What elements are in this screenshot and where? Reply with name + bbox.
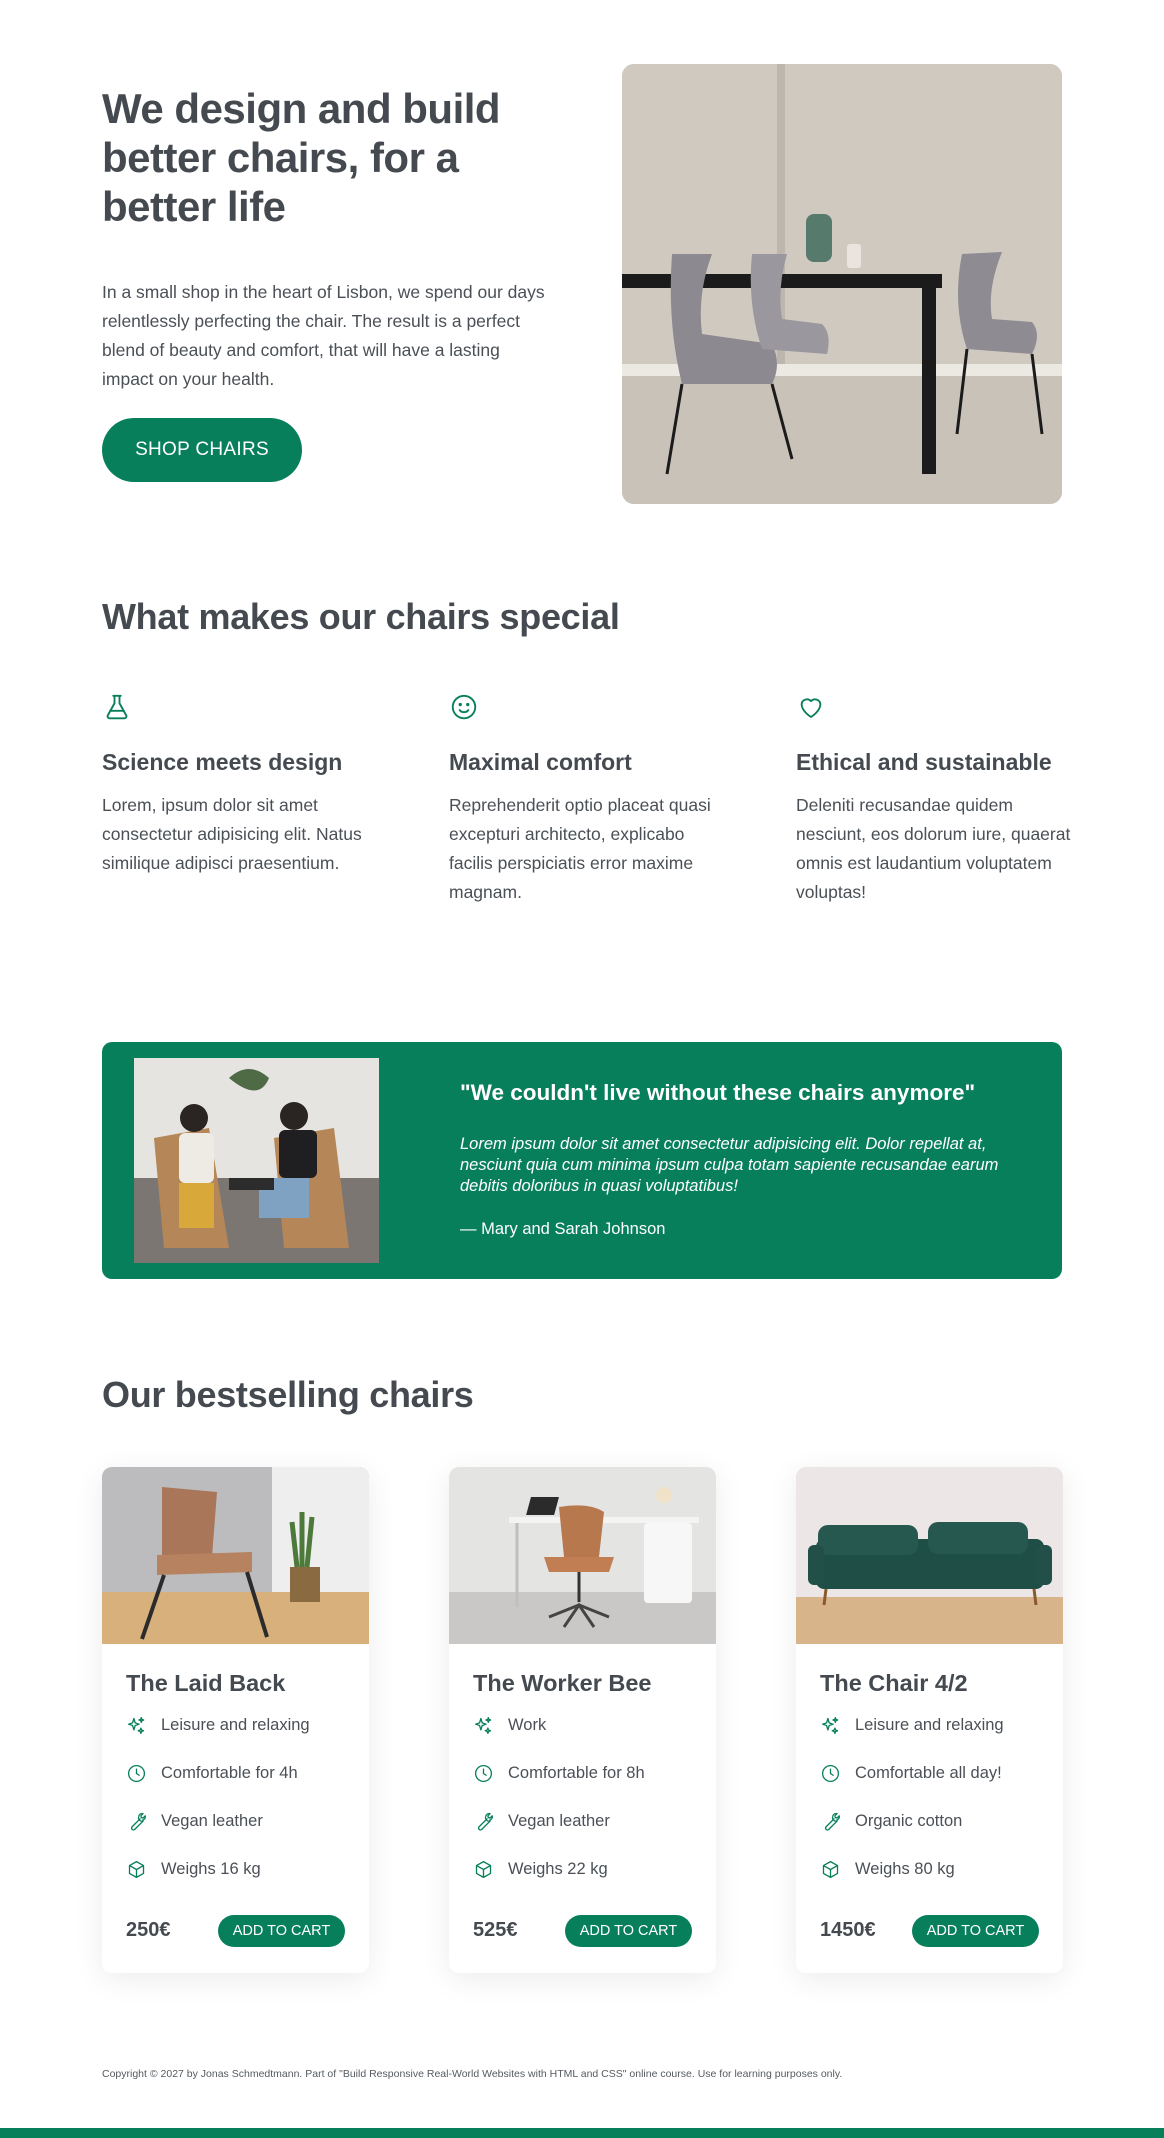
heart-icon <box>800 698 822 718</box>
product-card: The Worker Bee Work Comfortable for 8h V… <box>449 1467 716 1973</box>
copyright-text: Copyright © 2027 by Jonas Schmedtmann. P… <box>102 2068 843 2080</box>
product-card: The Laid Back Leisure and relaxing Comfo… <box>102 1467 369 1973</box>
smile-icon <box>451 694 477 720</box>
product-attribute-label: Comfortable for 4h <box>161 1763 298 1782</box>
product-attribute-label: Organic cotton <box>855 1811 963 1830</box>
sparkles-icon <box>474 1716 492 1734</box>
feature-title: Ethical and sustainable <box>796 749 1052 775</box>
product-attribute: Organic cotton <box>820 1809 962 1833</box>
product-price: 1450€ <box>820 1919 876 1941</box>
product-attribute-label: Weighs 80 kg <box>855 1859 955 1878</box>
add-to-cart-button[interactable]: ADD TO CART <box>912 1915 1039 1947</box>
product-card: The Chair 4/2 Leisure and relaxing Comfo… <box>796 1467 1063 1973</box>
product-price: 250€ <box>126 1919 171 1941</box>
hero-image <box>622 64 1062 504</box>
cube-icon <box>822 1860 839 1878</box>
product-attribute-label: Weighs 16 kg <box>161 1859 261 1878</box>
product-attribute-label: Leisure and relaxing <box>855 1715 1004 1734</box>
clock-icon <box>474 1764 493 1782</box>
product-attribute-label: Leisure and relaxing <box>161 1715 310 1734</box>
testimonial-quote: "We couldn't live without these chairs a… <box>460 1080 976 1105</box>
testimonial-text: Lorem ipsum dolor sit amet consectetur a… <box>460 1135 999 1195</box>
clock-icon <box>821 1764 840 1782</box>
testimonial-author: — Mary and Sarah Johnson <box>460 1220 666 1238</box>
cube-icon <box>475 1860 492 1878</box>
product-attribute-label: Work <box>508 1715 547 1734</box>
product-name: The Laid Back <box>126 1670 286 1696</box>
hero-section: We design and build better chairs, for a… <box>102 64 1062 504</box>
flask-icon <box>106 694 128 720</box>
feature-item: Science meets design Lorem, ipsum dolor … <box>102 692 382 878</box>
shop-chairs-button[interactable]: SHOP CHAIRS <box>102 418 302 482</box>
features-title: What makes our chairs special <box>102 596 620 637</box>
product-attribute: Comfortable for 4h <box>126 1761 298 1785</box>
product-name: The Worker Bee <box>473 1670 652 1696</box>
hero-description: In a small shop in the heart of Lisbon, … <box>102 282 545 389</box>
sparkles-icon <box>821 1716 839 1734</box>
sparkles-icon <box>127 1716 145 1734</box>
feature-item: Maximal comfort Reprehenderit optio plac… <box>449 692 729 907</box>
product-attribute: Vegan leather <box>126 1809 263 1833</box>
product-attribute-label: Weighs 22 kg <box>508 1859 608 1878</box>
bestsellers-section: Our bestselling chairs The Laid Back Lei… <box>102 1374 1063 1974</box>
product-name: The Chair 4/2 <box>820 1670 968 1696</box>
product-image <box>449 1467 716 1644</box>
product-attribute: Leisure and relaxing <box>126 1713 310 1737</box>
wrench-icon <box>130 1812 146 1831</box>
clock-icon <box>127 1764 146 1782</box>
product-attribute-label: Comfortable all day! <box>855 1763 1002 1782</box>
product-attribute: Work <box>473 1713 546 1737</box>
feature-title: Science meets design <box>102 749 343 775</box>
wrench-icon <box>824 1812 840 1831</box>
product-attribute: Comfortable all day! <box>820 1761 1002 1785</box>
product-attribute: Comfortable for 8h <box>473 1761 645 1785</box>
product-attribute: Leisure and relaxing <box>820 1713 1004 1737</box>
product-attribute-label: Comfortable for 8h <box>508 1763 645 1782</box>
product-attribute-label: Vegan leather <box>508 1811 610 1830</box>
product-attribute: Weighs 22 kg <box>473 1857 608 1881</box>
add-to-cart-button[interactable]: ADD TO CART <box>565 1915 692 1947</box>
feature-text: Reprehenderit optio placeat quasi except… <box>449 795 711 902</box>
product-price: 525€ <box>473 1919 518 1941</box>
product-image <box>796 1467 1063 1644</box>
feature-text: Lorem, ipsum dolor sit amet consectetur … <box>102 795 362 873</box>
add-to-cart-button[interactable]: ADD TO CART <box>218 1915 345 1947</box>
feature-title: Maximal comfort <box>449 749 632 775</box>
wrench-icon <box>477 1812 493 1831</box>
feature-item: Ethical and sustainable Deleniti recusan… <box>796 692 1076 907</box>
product-attribute: Weighs 16 kg <box>126 1857 261 1881</box>
product-image <box>102 1467 369 1644</box>
bestsellers-title: Our bestselling chairs <box>102 1374 474 1415</box>
product-attribute: Vegan leather <box>473 1809 610 1833</box>
product-attribute: Weighs 80 kg <box>820 1857 955 1881</box>
testimonial-section: "We couldn't live without these chairs a… <box>102 1042 1062 1279</box>
hero-title: We design and build better chairs, for a… <box>102 85 501 230</box>
feature-text: Deleniti recusandae quidem nesciunt, eos… <box>796 795 1071 902</box>
product-attribute-label: Vegan leather <box>161 1811 263 1830</box>
features-section: What makes our chairs special Science me… <box>102 596 1070 966</box>
bottom-accent-bar <box>0 2128 1164 2138</box>
testimonial-image <box>134 1058 379 1263</box>
cube-icon <box>128 1860 145 1878</box>
